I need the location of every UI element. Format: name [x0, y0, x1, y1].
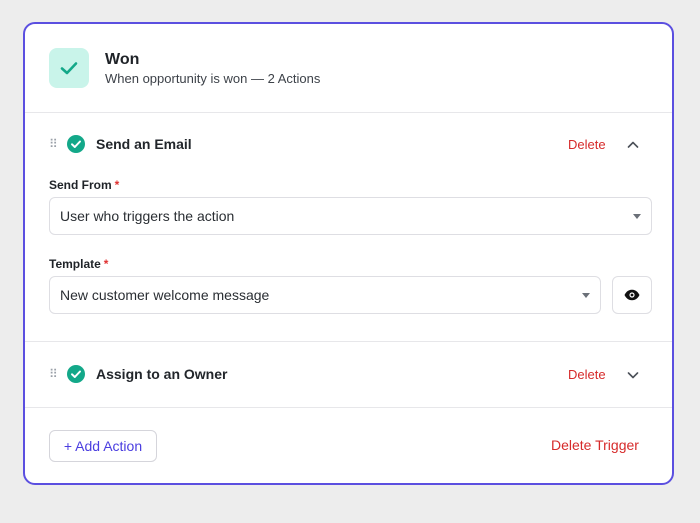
check-circle-icon — [67, 365, 85, 383]
send-from-value: User who triggers the action — [60, 208, 235, 224]
action-send-email: ⠿ Send an Email Delete Send From * User w… — [25, 112, 672, 342]
preview-template-button[interactable] — [612, 276, 652, 314]
check-circle-icon — [67, 135, 85, 153]
check-icon — [60, 62, 78, 75]
trigger-icon-badge — [49, 48, 89, 88]
action-assign-owner: ⠿ Assign to an Owner Delete — [25, 341, 672, 408]
send-from-select[interactable]: User who triggers the action — [49, 197, 652, 235]
action-title: Send an Email — [96, 136, 192, 152]
send-from-label-text: Send From — [49, 178, 112, 192]
drag-handle-icon[interactable]: ⠿ — [49, 138, 58, 150]
send-from-label: Send From * — [49, 178, 119, 192]
delete-trigger-button[interactable]: Delete Trigger — [551, 437, 639, 453]
caret-down-icon — [582, 293, 590, 298]
drag-handle-icon[interactable]: ⠿ — [49, 368, 58, 380]
delete-action-button[interactable]: Delete — [568, 367, 606, 382]
trigger-header: Won When opportunity is won — 2 Actions — [25, 24, 672, 113]
required-mark: * — [114, 178, 120, 192]
chevron-up-icon[interactable] — [625, 137, 641, 153]
trigger-subtitle: When opportunity is won — 2 Actions — [105, 71, 321, 86]
eye-icon — [624, 289, 640, 301]
template-label: Template * — [49, 257, 108, 271]
template-value: New customer welcome message — [60, 287, 270, 303]
trigger-card: Won When opportunity is won — 2 Actions … — [23, 22, 674, 485]
delete-action-button[interactable]: Delete — [568, 137, 606, 152]
add-action-button[interactable]: + Add Action — [49, 430, 157, 462]
required-mark: * — [103, 257, 109, 271]
template-select[interactable]: New customer welcome message — [49, 276, 601, 314]
action-title: Assign to an Owner — [96, 366, 228, 382]
chevron-down-icon[interactable] — [625, 367, 641, 383]
template-label-text: Template — [49, 257, 101, 271]
trigger-title: Won — [105, 51, 140, 68]
caret-down-icon — [633, 214, 641, 219]
